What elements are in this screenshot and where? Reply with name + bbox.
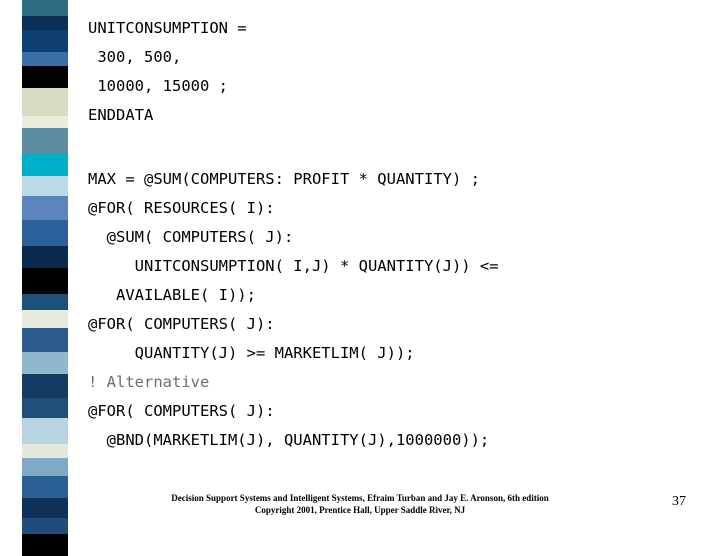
code-line: QUANTITY(J) >= MARKETLIM( J));	[88, 344, 415, 362]
slide-canvas: UNITCONSUMPTION = 300, 500, 10000, 15000…	[0, 0, 720, 556]
color-band	[22, 534, 68, 556]
code-line: @FOR( COMPUTERS( J):	[88, 315, 275, 333]
page-number: 37	[672, 494, 686, 509]
code-line: @BND(MARKETLIM(J), QUANTITY(J),1000000))…	[88, 431, 490, 449]
color-band	[22, 328, 68, 352]
color-band	[22, 518, 68, 534]
footer-line-1: Decision Support Systems and Intelligent…	[171, 493, 549, 503]
color-band	[22, 154, 68, 176]
color-band	[22, 88, 68, 116]
color-band	[22, 196, 68, 220]
color-band	[22, 116, 68, 128]
color-band	[22, 398, 68, 418]
color-band	[22, 176, 68, 196]
code-line: 300, 500,	[88, 48, 182, 66]
color-band	[22, 374, 68, 398]
color-band	[22, 418, 68, 444]
code-line: UNITCONSUMPTION =	[88, 19, 247, 37]
code-line: 10000, 15000 ;	[88, 77, 228, 95]
color-band	[22, 220, 68, 246]
code-line: @FOR( COMPUTERS( J):	[88, 402, 275, 420]
color-band	[22, 458, 68, 476]
footer-line-2: Copyright 2001, Prentice Hall, Upper Sad…	[254, 504, 466, 515]
code-line: ENDDATA	[88, 106, 154, 124]
color-band	[22, 128, 68, 154]
code-line: MAX = @SUM(COMPUTERS: PROFIT * QUANTITY)…	[88, 170, 480, 188]
slide-footer: Decision Support Systems and Intelligent…	[0, 493, 720, 516]
color-band	[22, 0, 68, 16]
color-band	[22, 30, 68, 52]
code-line: @FOR( RESOURCES( I):	[88, 199, 275, 217]
code-line: @SUM( COMPUTERS( J):	[88, 228, 294, 246]
code-line: AVAILABLE( I));	[88, 286, 256, 304]
code-block-data-section: UNITCONSUMPTION = 300, 500, 10000, 15000…	[88, 14, 688, 130]
color-band	[22, 268, 68, 294]
color-band	[22, 52, 68, 66]
color-band	[22, 294, 68, 310]
color-band	[22, 16, 68, 30]
color-band	[22, 246, 68, 268]
color-band	[22, 352, 68, 374]
color-band	[22, 444, 68, 458]
code-line: UNITCONSUMPTION( I,J) * QUANTITY(J)) <=	[88, 257, 499, 275]
code-line: ! Alternative	[88, 373, 210, 391]
decorative-color-strip	[22, 0, 68, 556]
color-band	[22, 310, 68, 328]
code-block-model-section: MAX = @SUM(COMPUTERS: PROFIT * QUANTITY)…	[88, 165, 698, 455]
color-band	[22, 66, 68, 88]
